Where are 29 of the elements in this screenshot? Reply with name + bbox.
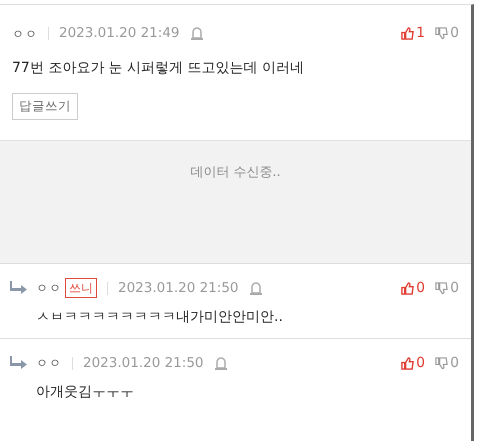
comment-text: 아개웃김ㅜㅜㅜ	[35, 382, 135, 402]
thumbs-down-icon	[435, 282, 448, 295]
timestamp: 2023.01.20 21:49	[59, 24, 180, 44]
report-siren-icon[interactable]	[248, 280, 262, 296]
like-button[interactable]: 0	[401, 352, 426, 374]
author-name: ㅇㅇ	[12, 26, 38, 42]
timestamp: 2023.01.20 21:50	[83, 354, 204, 374]
dislike-button[interactable]: 0	[435, 278, 459, 299]
report-siren-icon[interactable]	[190, 26, 204, 41]
author-name: ㅇㅇ	[36, 355, 62, 372]
reply-arrow-icon	[10, 281, 28, 296]
like-button[interactable]: 0	[401, 278, 426, 299]
report-siren-icon[interactable]	[214, 356, 228, 371]
dislike-button[interactable]: 0	[435, 352, 459, 374]
thumbs-up-icon	[401, 282, 414, 295]
reply-button[interactable]: 답글쓰기	[12, 93, 78, 120]
thumbs-up-icon	[401, 27, 414, 40]
dislike-button[interactable]: 0	[435, 23, 459, 44]
comment-text: 77번 조아요가 눈 시퍼렇게 뜨고있는데 이러네	[12, 59, 306, 78]
loading-text: 데이터 수신중..	[190, 164, 281, 182]
thumbs-down-icon	[435, 356, 448, 370]
author-name: ㅇㅇ	[36, 280, 62, 298]
reply-arrow-icon	[10, 356, 28, 370]
timestamp: 2023.01.20 21:50	[118, 279, 238, 298]
like-button[interactable]: 1	[401, 23, 426, 44]
thumbs-down-icon	[435, 27, 448, 40]
comment-text: ㅅㅂㅋㅋㅋㅋㅋㅋㅋㅋ내가미안안미안..	[35, 308, 284, 327]
thumbs-up-icon	[401, 356, 414, 370]
writer-tag: 쓰니	[65, 278, 97, 298]
